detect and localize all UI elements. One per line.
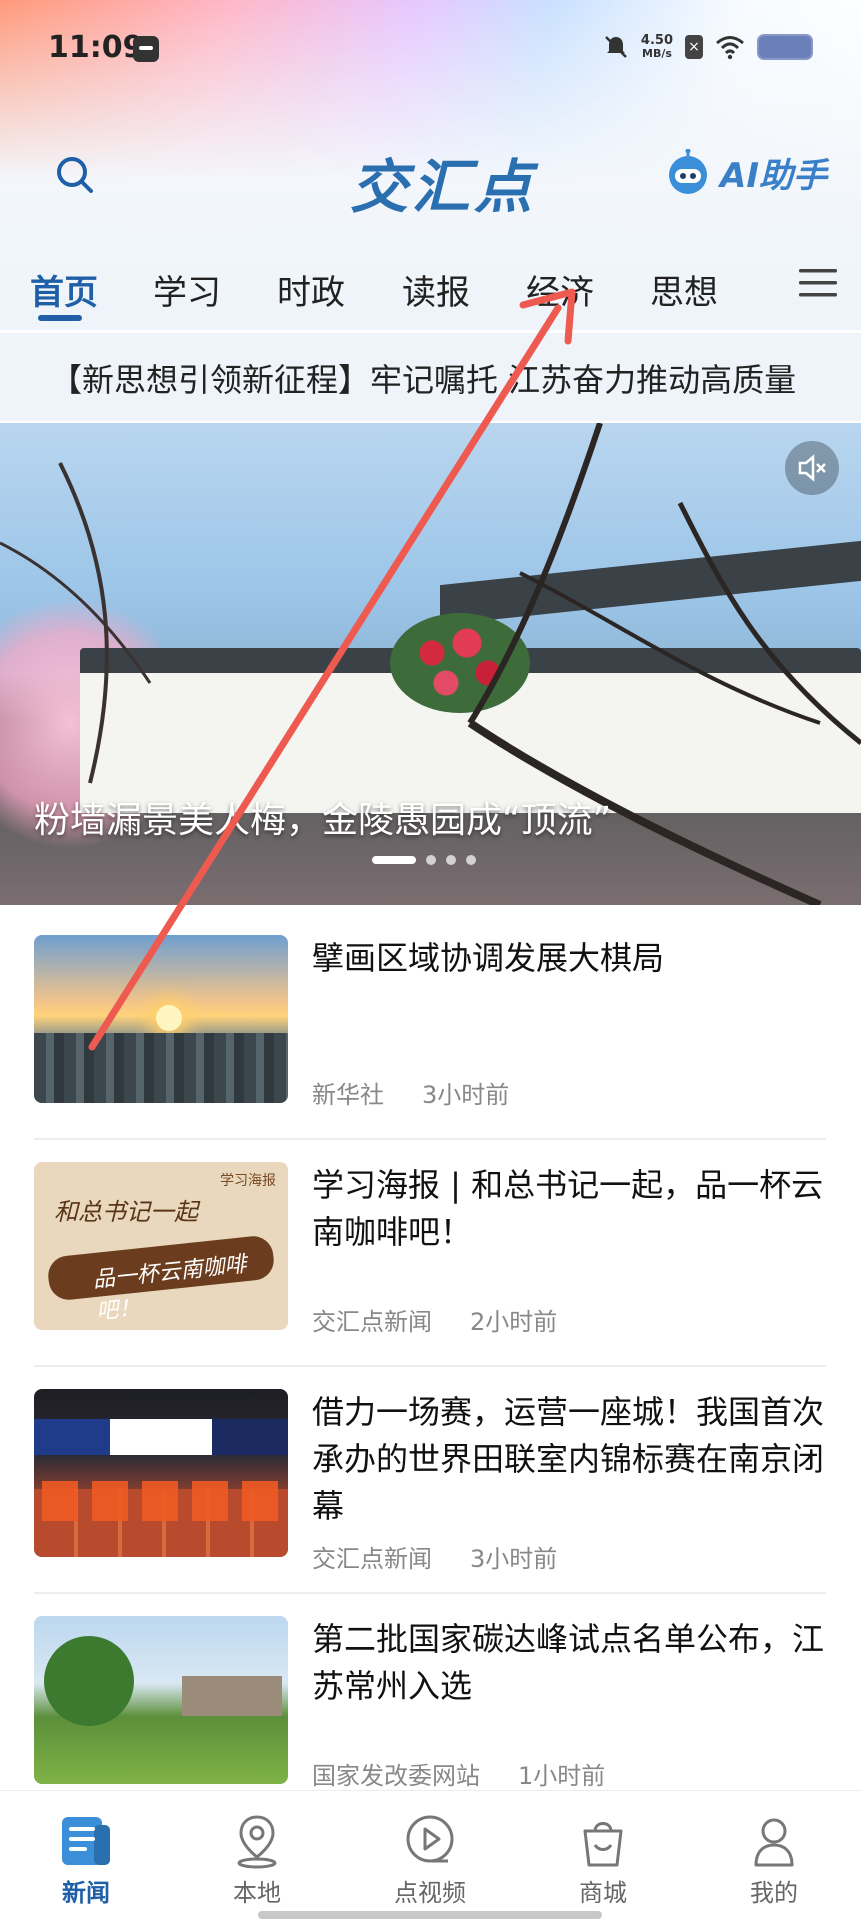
hurdles xyxy=(42,1481,282,1521)
tab-home[interactable]: 首页 xyxy=(30,265,98,314)
network-speed-unit: MB/s xyxy=(642,47,672,60)
news-thumbnail xyxy=(34,935,288,1103)
ai-mascot-icon xyxy=(669,148,708,194)
video-mute-button[interactable] xyxy=(785,441,839,495)
app-logo: 交汇点 xyxy=(350,153,537,221)
carousel-dot-active xyxy=(372,856,416,864)
news-title: 借力一场赛，运营一座城！我国首次承办的世界田联室内锦标赛在南京闭幕 xyxy=(312,1393,825,1525)
city-skyline xyxy=(34,1033,288,1103)
news-time: 3小时前 xyxy=(470,1545,558,1573)
home-indicator[interactable] xyxy=(258,1911,602,1919)
news-meta: 交汇点新闻 2小时前 xyxy=(312,1302,595,1337)
nav-local[interactable]: 本地 xyxy=(197,1811,317,1908)
tree xyxy=(44,1636,134,1726)
news-time: 3小时前 xyxy=(422,1081,510,1109)
nav-label: 商城 xyxy=(579,1879,627,1907)
news-item[interactable]: 擘画区域协调发展大棋局 新华社 3小时前 xyxy=(34,915,826,1140)
news-meta: 新华社 3小时前 xyxy=(312,1075,547,1110)
sunset-sun xyxy=(156,1005,182,1031)
news-source: 新华社 xyxy=(312,1081,384,1109)
nav-label: 本地 xyxy=(233,1879,281,1907)
news-meta: 交汇点新闻 3小时前 xyxy=(312,1539,595,1574)
news-thumbnail xyxy=(34,1616,288,1784)
news-source: 交汇点新闻 xyxy=(312,1308,432,1336)
tab-newspaper[interactable]: 读报 xyxy=(402,265,470,314)
news-time: 1小时前 xyxy=(518,1762,606,1790)
news-thumbnail: 学习海报 和总书记一起 品一杯云南咖啡吧！ xyxy=(34,1162,288,1330)
mute-bell-icon xyxy=(605,36,627,58)
location-icon xyxy=(237,1815,277,1869)
news-meta: 国家发改委网站 1小时前 xyxy=(312,1756,643,1791)
news-item[interactable]: 借力一场赛，运营一座城！我国首次承办的世界田联室内锦标赛在南京闭幕 交汇点新闻 3… xyxy=(34,1369,826,1594)
stadium-banner xyxy=(34,1419,288,1455)
tab-thought[interactable]: 思想 xyxy=(650,265,718,314)
status-time: 11:09 xyxy=(48,30,144,65)
tab-politics[interactable]: 时政 xyxy=(277,265,345,314)
news-source: 交汇点新闻 xyxy=(312,1545,432,1573)
ai-assistant-label: AI助手 xyxy=(720,156,827,196)
wifi-icon xyxy=(716,36,744,60)
news-item[interactable]: 学习海报 和总书记一起 品一杯云南咖啡吧！ 学习海报 | 和总书记一起，品一杯云… xyxy=(34,1142,826,1367)
channel-tabs: 首页 学习 时政 读报 经济 思想 xyxy=(0,245,861,325)
speaker-mute-icon xyxy=(798,454,826,482)
divider xyxy=(34,1138,826,1140)
app-header: 交汇点 AI助手 xyxy=(0,120,861,230)
active-tab-indicator xyxy=(38,315,82,321)
play-icon xyxy=(406,1815,454,1863)
nav-label: 点视频 xyxy=(394,1879,466,1907)
news-title: 擘画区域协调发展大棋局 xyxy=(312,939,665,977)
status-bar: 11:09 4.50 MB/s × xyxy=(0,0,861,100)
hero-carousel[interactable]: 粉墙漏景美人梅，金陵愚园成“顶流” xyxy=(0,423,861,905)
search-icon[interactable] xyxy=(50,150,100,200)
divider xyxy=(34,1592,826,1594)
headline-ticker[interactable]: 【新思想引领新征程】牢记嘱托 江苏奋力推动高质量 xyxy=(0,333,861,421)
building xyxy=(182,1676,282,1716)
news-time: 2小时前 xyxy=(470,1308,558,1336)
news-title: 学习海报 | 和总书记一起，品一杯云南咖啡吧！ xyxy=(312,1166,824,1251)
divider xyxy=(34,1365,826,1367)
news-source: 国家发改委网站 xyxy=(312,1762,480,1790)
nav-label: 我的 xyxy=(750,1879,798,1907)
nav-news[interactable]: 新闻 xyxy=(26,1811,146,1908)
nav-mall[interactable]: 商城 xyxy=(543,1811,663,1908)
bottom-navigation: 新闻 本地 点视频 商城 我的 xyxy=(0,1790,861,1921)
carousel-dot xyxy=(446,855,456,865)
tab-study[interactable]: 学习 xyxy=(153,265,221,314)
status-icons: 4.50 MB/s × xyxy=(603,34,813,60)
nav-profile[interactable]: 我的 xyxy=(714,1811,834,1908)
news-icon xyxy=(62,1817,110,1865)
poster-headline: 和总书记一起 xyxy=(54,1198,198,1226)
nav-video[interactable]: 点视频 xyxy=(370,1811,490,1908)
profile-icon xyxy=(754,1818,794,1867)
ticker-text: 【新思想引领新征程】牢记嘱托 江苏奋力推动高质量 xyxy=(50,361,797,399)
news-item[interactable]: 第二批国家碳达峰试点名单公布，江苏常州入选 国家发改委网站 1小时前 xyxy=(34,1596,826,1821)
poster-tag: 学习海报 xyxy=(220,1173,276,1189)
channel-menu-icon[interactable] xyxy=(797,265,839,301)
calendar-notification-icon xyxy=(133,36,159,62)
shopping-bag-icon xyxy=(583,1822,623,1867)
battery-icon xyxy=(757,34,813,60)
sim-icon: × xyxy=(685,35,703,59)
news-thumbnail xyxy=(34,1389,288,1557)
carousel-dot xyxy=(466,855,476,865)
hero-caption[interactable]: 粉墙漏景美人梅，金陵愚园成“顶流” xyxy=(34,791,611,843)
nav-label: 新闻 xyxy=(62,1879,110,1907)
tab-economy[interactable]: 经济 xyxy=(526,265,594,314)
carousel-indicator xyxy=(372,855,476,865)
network-speed-value: 4.50 xyxy=(640,33,673,48)
carousel-dot xyxy=(426,855,436,865)
network-speed: 4.50 MB/s xyxy=(641,34,673,60)
news-title: 第二批国家碳达峰试点名单公布，江苏常州入选 xyxy=(312,1620,825,1705)
ai-assistant-button[interactable]: AI助手 xyxy=(664,148,827,197)
